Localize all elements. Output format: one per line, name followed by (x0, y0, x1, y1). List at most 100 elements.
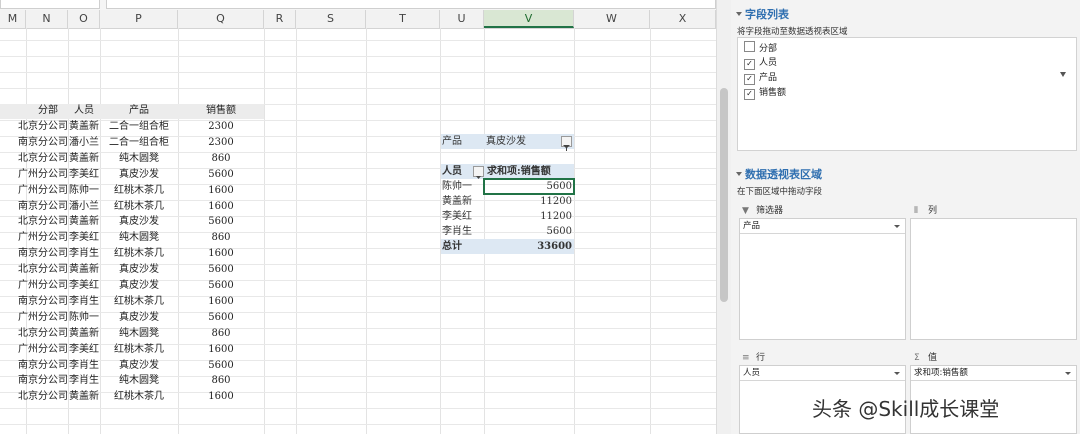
sales-cell[interactable]: 5600 (178, 310, 264, 326)
name-box[interactable] (0, 0, 100, 9)
sales-cell[interactable]: 5600 (178, 214, 264, 230)
vertical-scrollbar[interactable] (716, 0, 731, 434)
sales-cell[interactable]: 2300 (178, 135, 264, 151)
col-header-m[interactable]: M (0, 10, 26, 28)
person-cell[interactable]: 陈帅一 (66, 310, 102, 326)
sales-cell[interactable]: 1600 (178, 389, 264, 405)
filter-funnel-icon[interactable] (1060, 72, 1066, 77)
checkbox-checked-icon[interactable]: ✓ (744, 59, 755, 70)
person-cell[interactable]: 李肖生 (66, 246, 102, 262)
col-header-x[interactable]: X (650, 10, 716, 28)
product-cell[interactable]: 红桃木茶几 (100, 199, 178, 215)
branch-cell[interactable]: 北京分公司 (16, 262, 70, 278)
person-cell[interactable]: 李肖生 (66, 294, 102, 310)
checkbox-checked-icon[interactable]: ✓ (744, 74, 755, 85)
column-drop-zone[interactable] (910, 218, 1077, 340)
sales-cell[interactable]: 1600 (178, 342, 264, 358)
branch-cell[interactable]: 广州分公司 (16, 167, 70, 183)
product-cell[interactable]: 纯木圆凳 (100, 230, 178, 246)
branch-cell[interactable]: 广州分公司 (16, 230, 70, 246)
col-header-s[interactable]: S (296, 10, 366, 28)
person-cell[interactable]: 李美红 (66, 278, 102, 294)
col-header-u[interactable]: U (440, 10, 484, 28)
product-cell[interactable]: 红桃木茶几 (100, 294, 178, 310)
branch-cell[interactable]: 南京分公司 (16, 135, 70, 151)
branch-cell[interactable]: 南京分公司 (16, 199, 70, 215)
sales-cell[interactable]: 1600 (178, 183, 264, 199)
sales-cell[interactable]: 860 (178, 230, 264, 246)
product-cell[interactable]: 二合一组合柜 (100, 119, 178, 135)
sales-cell[interactable]: 1600 (178, 199, 264, 215)
sales-cell[interactable]: 860 (178, 373, 264, 389)
product-cell[interactable]: 真皮沙发 (100, 167, 178, 183)
row-area-item[interactable]: 人员 (740, 366, 905, 381)
sales-cell[interactable]: 5600 (178, 358, 264, 374)
sales-cell[interactable]: 5600 (178, 262, 264, 278)
sales-cell[interactable]: 860 (178, 151, 264, 167)
branch-cell[interactable]: 广州分公司 (16, 183, 70, 199)
field-item-person[interactable]: ✓ 人员 (744, 56, 777, 70)
person-cell[interactable]: 黄盖新 (66, 262, 102, 278)
person-cell[interactable]: 潘小兰 (66, 199, 102, 215)
col-header-p[interactable]: P (100, 10, 178, 28)
product-cell[interactable]: 真皮沙发 (100, 214, 178, 230)
product-cell[interactable]: 真皮沙发 (100, 310, 178, 326)
col-header-r[interactable]: R (264, 10, 296, 28)
checkbox-checked-icon[interactable]: ✓ (744, 89, 755, 100)
person-cell[interactable]: 李肖生 (66, 358, 102, 374)
scrollbar-thumb[interactable] (720, 88, 728, 302)
person-cell[interactable]: 李美红 (66, 167, 102, 183)
branch-cell[interactable]: 南京分公司 (16, 294, 70, 310)
branch-cell[interactable]: 北京分公司 (16, 214, 70, 230)
branch-cell[interactable]: 北京分公司 (16, 151, 70, 167)
sales-cell[interactable]: 860 (178, 326, 264, 342)
branch-cell[interactable]: 广州分公司 (16, 278, 70, 294)
branch-cell[interactable]: 南京分公司 (16, 358, 70, 374)
checkbox-unchecked[interactable] (744, 41, 755, 52)
sales-cell[interactable]: 1600 (178, 294, 264, 310)
person-cell[interactable]: 黄盖新 (66, 326, 102, 342)
collapse-triangle-icon[interactable] (736, 172, 742, 176)
person-cell[interactable]: 李美红 (66, 342, 102, 358)
field-item-sales[interactable]: ✓ 销售额 (744, 86, 786, 100)
product-cell[interactable]: 真皮沙发 (100, 358, 178, 374)
person-cell[interactable]: 李肖生 (66, 373, 102, 389)
person-cell[interactable]: 黄盖新 (66, 119, 102, 135)
col-header-v[interactable]: V (484, 10, 574, 28)
branch-cell[interactable]: 南京分公司 (16, 246, 70, 262)
person-cell[interactable]: 潘小兰 (66, 135, 102, 151)
value-area-item[interactable]: 求和项:销售额 (911, 366, 1076, 381)
product-cell[interactable]: 红桃木茶几 (100, 183, 178, 199)
person-cell[interactable]: 陈帅一 (66, 183, 102, 199)
col-header-q[interactable]: Q (178, 10, 264, 28)
pivot-filter-button[interactable] (561, 136, 572, 151)
sales-cell[interactable]: 5600 (178, 278, 264, 294)
col-header-o[interactable]: O (68, 10, 100, 28)
branch-cell[interactable]: 北京分公司 (16, 326, 70, 342)
formula-input[interactable] (106, 0, 716, 9)
branch-cell[interactable]: 南京分公司 (16, 373, 70, 389)
product-cell[interactable]: 二合一组合柜 (100, 135, 178, 151)
branch-cell[interactable]: 北京分公司 (16, 119, 70, 135)
branch-cell[interactable]: 北京分公司 (16, 389, 70, 405)
product-cell[interactable]: 红桃木茶几 (100, 389, 178, 405)
product-cell[interactable]: 纯木圆凳 (100, 373, 178, 389)
field-item-product[interactable]: ✓ 产品 (744, 71, 777, 85)
product-cell[interactable]: 真皮沙发 (100, 262, 178, 278)
spreadsheet-grid[interactable]: M N O P Q R S T U V W X 分部 人员 产品 销售额 北京分… (0, 0, 716, 434)
col-header-w[interactable]: W (574, 10, 650, 28)
product-cell[interactable]: 红桃木茶几 (100, 342, 178, 358)
branch-cell[interactable]: 广州分公司 (16, 342, 70, 358)
pivot-row-dropdown[interactable] (473, 166, 484, 179)
sales-cell[interactable]: 5600 (178, 167, 264, 183)
field-item-branch[interactable]: 分部 (744, 41, 777, 55)
product-cell[interactable]: 纯木圆凳 (100, 151, 178, 167)
branch-cell[interactable]: 广州分公司 (16, 310, 70, 326)
person-cell[interactable]: 黄盖新 (66, 151, 102, 167)
product-cell[interactable]: 纯木圆凳 (100, 326, 178, 342)
filter-area-item[interactable]: 产品 (740, 219, 905, 234)
person-cell[interactable]: 黄盖新 (66, 214, 102, 230)
collapse-triangle-icon[interactable] (736, 12, 742, 16)
filter-drop-zone[interactable]: 产品 (739, 218, 906, 340)
product-cell[interactable]: 红桃木茶几 (100, 246, 178, 262)
